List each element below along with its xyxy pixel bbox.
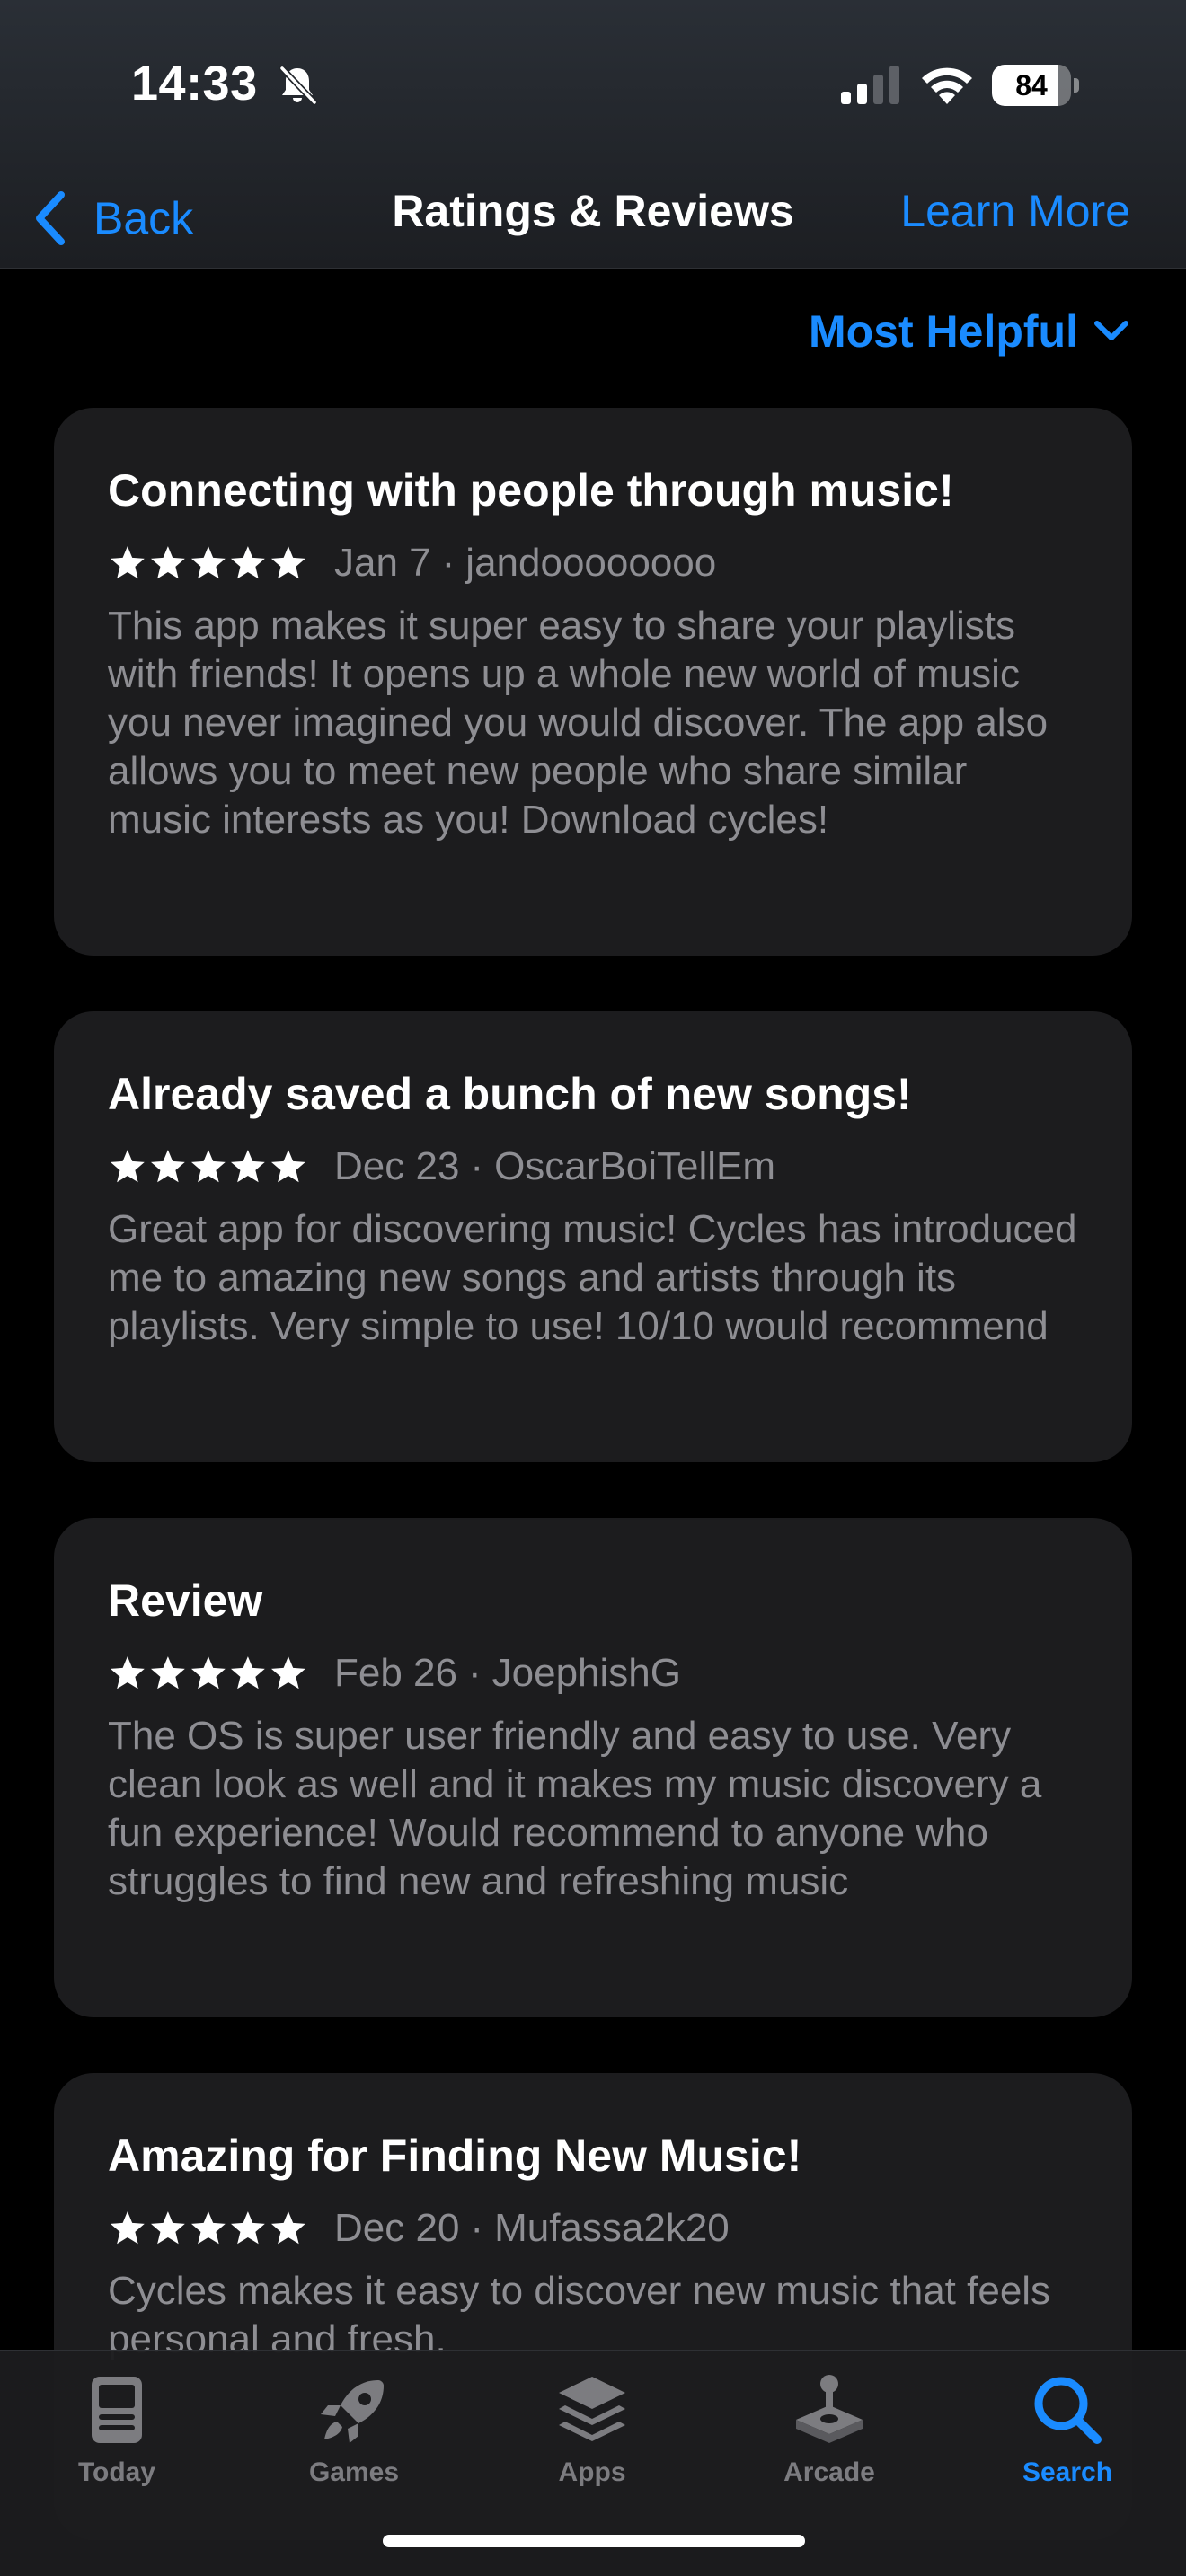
chevron-down-icon [1094, 321, 1128, 340]
review-meta: Dec 20 · Mufassa2k20 [108, 2204, 1078, 2253]
tab-label: Today [77, 2457, 156, 2487]
wifi-icon [922, 67, 972, 104]
review-title: Amazing for Finding New Music! [108, 2130, 802, 2181]
star-icon [190, 1150, 226, 1183]
review-body: Great app for discovering music! Cycles … [108, 1207, 1077, 1348]
review-title: Review [108, 1575, 263, 1626]
back-button[interactable]: Back [32, 187, 193, 250]
review-meta: Dec 23 · OscarBoiTellEm [108, 1142, 1078, 1191]
learn-more-link[interactable]: Learn More [900, 185, 1130, 237]
sort-label: Most Helpful [809, 306, 1078, 357]
star-icon [150, 1656, 185, 1689]
bell-slash-icon [279, 65, 318, 106]
tab-search[interactable]: Search [978, 2369, 1157, 2504]
star-icon [231, 1656, 266, 1689]
review-meta: Jan 7 · jandoooooooo [108, 539, 1078, 587]
status-bar: 14:33 84 [0, 0, 1186, 171]
star-icon [150, 2211, 185, 2245]
star-icon [190, 2211, 226, 2245]
back-label: Back [93, 193, 194, 243]
star-rating [108, 543, 309, 583]
navigation-bar: Back Ratings & Reviews Learn More [0, 171, 1186, 269]
review-date: Jan 7 [334, 541, 431, 585]
review-meta-text: Dec 23 · OscarBoiTellEm [334, 1144, 775, 1189]
star-icon [190, 1656, 226, 1689]
star-icon [231, 2211, 266, 2245]
chevron-left-icon [36, 191, 65, 245]
star-rating [108, 1147, 309, 1187]
meta-separator: · [470, 2206, 484, 2250]
review-author: jandoooooooo [465, 541, 717, 585]
meta-separator: · [467, 1651, 482, 1695]
star-icon [110, 546, 145, 579]
star-icon [271, 2211, 305, 2245]
battery-level: 84 [1015, 69, 1048, 101]
star-icon [231, 546, 266, 579]
home-indicator[interactable] [383, 2535, 805, 2547]
star-icon [231, 1150, 266, 1183]
review-card[interactable]: Connecting with people through music! Ja… [54, 408, 1132, 956]
star-icon [110, 1656, 145, 1689]
tab-arcade[interactable]: Arcade [739, 2369, 919, 2504]
status-time: 14:33 [131, 57, 258, 110]
meta-separator: · [441, 541, 456, 585]
meta-separator: · [470, 1144, 484, 1188]
battery-body: 84 [992, 65, 1071, 106]
review-meta-text: Dec 20 · Mufassa2k20 [334, 2206, 730, 2251]
review-meta-text: Feb 26 · JoephishG [334, 1651, 681, 1696]
review-date: Feb 26 [334, 1651, 457, 1695]
star-icon [271, 1150, 305, 1183]
tab-label: Games [308, 2457, 400, 2487]
review-body: The OS is super user friendly and easy t… [108, 1714, 1042, 1903]
review-author: Mufassa2k20 [494, 2206, 730, 2250]
review-author: JoephishG [491, 1651, 681, 1695]
review-title: Connecting with people through music! [108, 465, 954, 516]
star-icon [150, 1150, 185, 1183]
tab-label: Arcade [783, 2457, 875, 2487]
review-date: Dec 23 [334, 1144, 460, 1188]
tab-apps[interactable]: Apps [502, 2369, 682, 2504]
sort-dropdown[interactable]: Most Helpful [809, 305, 1130, 357]
star-rating [108, 2209, 309, 2248]
rocket-icon [321, 2380, 384, 2443]
star-rating [108, 1654, 309, 1693]
review-body: This app makes it super easy to share yo… [108, 604, 1049, 842]
star-icon [271, 546, 305, 579]
review-title: Already saved a bunch of new songs! [108, 1069, 912, 1119]
review-meta-text: Jan 7 · jandoooooooo [334, 541, 716, 586]
review-date: Dec 20 [334, 2206, 460, 2250]
cellular-signal-icon [841, 66, 899, 104]
today-icon [92, 2377, 142, 2443]
review-card[interactable]: Already saved a bunch of new songs! Dec … [54, 1011, 1132, 1462]
review-meta: Feb 26 · JoephishG [108, 1649, 1078, 1698]
review-card[interactable]: Review Feb 26 · JoephishG The OS is super … [54, 1518, 1132, 2017]
star-icon [110, 1150, 145, 1183]
search-icon [1034, 2377, 1102, 2444]
star-icon [110, 2211, 145, 2245]
apps-stack-icon [559, 2377, 625, 2441]
tab-label: Search [1022, 2457, 1113, 2487]
header: 14:33 84 Back Ratings & Reviews Learn Mo… [0, 0, 1186, 269]
star-icon [150, 546, 185, 579]
tab-games[interactable]: Games [264, 2369, 444, 2504]
star-icon [271, 1656, 305, 1689]
battery-icon: 84 [992, 65, 1079, 106]
review-author: OscarBoiTellEm [494, 1144, 776, 1188]
app-store-reviews-screen: 14:33 84 Back Ratings & Reviews Learn Mo… [0, 0, 1186, 2576]
tab-today[interactable]: Today [27, 2369, 207, 2504]
battery-cap [1074, 78, 1079, 93]
joystick-icon [796, 2375, 863, 2443]
tab-label: Apps [558, 2457, 626, 2487]
star-icon [190, 546, 226, 579]
